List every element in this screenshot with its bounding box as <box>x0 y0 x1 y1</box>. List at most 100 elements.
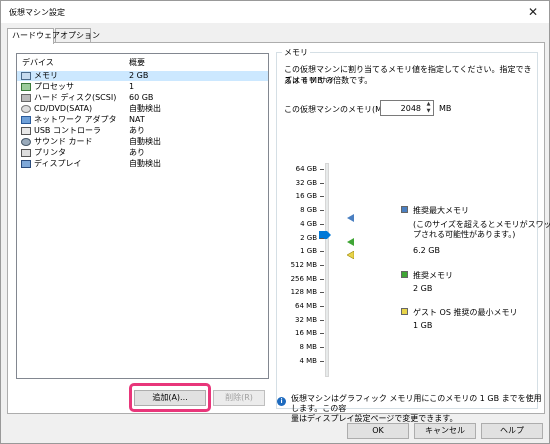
device-row-printer[interactable]: プリンタ あり <box>17 148 268 158</box>
scale-label: 8 MB <box>299 343 317 351</box>
tab-options[interactable]: オプション <box>55 28 100 43</box>
recommended-title: 推奨メモリ <box>413 271 453 280</box>
sound-card-icon <box>21 138 31 146</box>
slider-track[interactable] <box>325 163 329 377</box>
guest-min-title: ゲスト OS 推奨の最小メモリ <box>413 308 518 317</box>
cancel-button[interactable]: キャンセル <box>414 423 476 439</box>
recommended-value: 2 GB <box>413 284 433 293</box>
cd-dvd-icon <box>21 105 31 113</box>
scale-tick <box>320 183 324 184</box>
scale-tick <box>320 169 324 170</box>
device-name: CD/DVD(SATA) <box>34 104 93 113</box>
max-recommended-value: 6.2 GB <box>413 246 440 255</box>
display-icon <box>21 160 31 168</box>
scale-tick <box>320 347 324 348</box>
device-row-hard-disk[interactable]: ハード ディスク(SCSI) 60 GB <box>17 93 268 103</box>
scale-tick <box>320 320 324 321</box>
scale-label: 512 MB <box>290 261 317 269</box>
recommended-marker-icon <box>347 238 354 246</box>
column-summary[interactable]: 概要 <box>129 57 145 68</box>
device-summary: 自動検出 <box>129 137 161 146</box>
memory-description-2: ズは 4 MB の倍数です。 <box>284 76 373 85</box>
scale-tick <box>320 251 324 252</box>
memory-stepper[interactable]: ▲ ▼ <box>380 100 434 116</box>
scale-tick <box>320 265 324 266</box>
device-row-memory[interactable]: メモリ 2 GB <box>17 71 268 81</box>
device-row-processor[interactable]: プロセッサ 1 <box>17 82 268 92</box>
guest-min-swatch <box>401 308 408 315</box>
graphics-memory-note-1: 仮想マシンはグラフィック メモリ用にこのメモリの 1 GB までを使用します。こ… <box>291 394 542 413</box>
printer-icon <box>21 149 31 157</box>
guest-min-value: 1 GB <box>413 321 433 330</box>
scale-label: 256 MB <box>290 275 317 283</box>
column-device[interactable]: デバイス <box>22 57 54 68</box>
scale-label: 1 GB <box>300 247 317 255</box>
window-title: 仮想マシン設定 <box>9 8 65 17</box>
scale-label: 64 GB <box>295 165 317 173</box>
ok-button[interactable]: OK <box>347 423 409 439</box>
memory-input[interactable] <box>381 101 424 115</box>
vm-settings-window: 仮想マシン設定 ✕ ハードウェア オプション デバイス 概要 メモリ 2 GB … <box>0 0 550 444</box>
scale-tick <box>320 224 324 225</box>
device-row-sound-card[interactable]: サウンド カード 自動検出 <box>17 137 268 147</box>
device-summary: NAT <box>129 115 145 124</box>
device-row-display[interactable]: ディスプレイ 自動検出 <box>17 159 268 169</box>
device-summary: 1 <box>129 82 135 91</box>
device-list-header: デバイス 概要 <box>17 54 268 71</box>
scale-label: 8 GB <box>300 206 317 214</box>
hard-disk-icon <box>21 94 31 102</box>
add-device-button[interactable]: 追加(A)... <box>134 390 206 406</box>
device-summary: 60 GB <box>129 93 154 102</box>
device-summary: あり <box>129 148 145 157</box>
scale-label: 16 GB <box>295 192 317 200</box>
memory-group: メモリ この仮想マシンに割り当てるメモリ値を指定してください。指定できるメモリ … <box>276 47 550 409</box>
tab-hardware[interactable]: ハードウェア <box>7 28 60 44</box>
usb-controller-icon <box>21 127 31 135</box>
scale-tick <box>320 292 324 293</box>
device-summary: 自動検出 <box>129 159 161 168</box>
close-icon[interactable]: ✕ <box>525 4 541 20</box>
max-recommended-marker-icon <box>347 214 354 222</box>
memory-icon <box>21 72 31 80</box>
memory-group-label: メモリ <box>282 47 310 58</box>
device-list: デバイス 概要 メモリ 2 GB プロセッサ 1 ハード ディスク(SCSI) … <box>16 53 269 379</box>
increment-icon[interactable]: ▲ <box>424 101 433 108</box>
scale-tick <box>320 333 324 334</box>
device-name: プロセッサ <box>34 82 74 91</box>
scale-label: 32 GB <box>295 179 317 187</box>
scale-label: 32 MB <box>295 316 317 324</box>
memory-field-label: この仮想マシンのメモリ(M): <box>284 105 388 114</box>
memory-unit: MB <box>439 104 452 113</box>
scale-tick <box>320 306 324 307</box>
network-adapter-icon <box>21 116 31 124</box>
device-name: ディスプレイ <box>34 159 82 168</box>
device-name: ハード ディスク(SCSI) <box>34 93 117 102</box>
device-summary: 2 GB <box>129 71 149 80</box>
decrement-icon[interactable]: ▼ <box>424 108 433 115</box>
scale-label: 16 MB <box>295 329 317 337</box>
scale-tick <box>320 279 324 280</box>
help-button[interactable]: ヘルプ <box>481 423 543 439</box>
max-recommended-swatch <box>401 206 408 213</box>
device-summary: 自動検出 <box>129 104 161 113</box>
info-icon: i <box>277 397 286 406</box>
max-recommended-title: 推奨最大メモリ <box>413 206 469 215</box>
device-row-network-adapter[interactable]: ネットワーク アダプタ NAT <box>17 115 268 125</box>
scale-tick <box>320 196 324 197</box>
recommended-swatch <box>401 271 408 278</box>
hardware-panel: デバイス 概要 メモリ 2 GB プロセッサ 1 ハード ディスク(SCSI) … <box>7 42 550 423</box>
processor-icon <box>21 83 31 91</box>
device-summary: あり <box>129 126 145 135</box>
device-name: ネットワーク アダプタ <box>34 115 117 124</box>
scale-label: 4 GB <box>300 220 317 228</box>
device-row-usb-controller[interactable]: USB コントローラ あり <box>17 126 268 136</box>
scale-label: 64 MB <box>295 302 317 310</box>
device-name: USB コントローラ <box>34 126 101 135</box>
device-name: メモリ <box>34 71 58 80</box>
device-row-cd-dvd[interactable]: CD/DVD(SATA) 自動検出 <box>17 104 268 114</box>
device-name: プリンタ <box>34 148 66 157</box>
remove-device-button[interactable]: 削除(R) <box>213 390 265 406</box>
scale-tick <box>320 238 324 239</box>
guest-min-marker-icon <box>347 251 354 259</box>
graphics-memory-note: 仮想マシンはグラフィック メモリ用にこのメモリの 1 GB までを使用します。こ… <box>291 394 546 424</box>
